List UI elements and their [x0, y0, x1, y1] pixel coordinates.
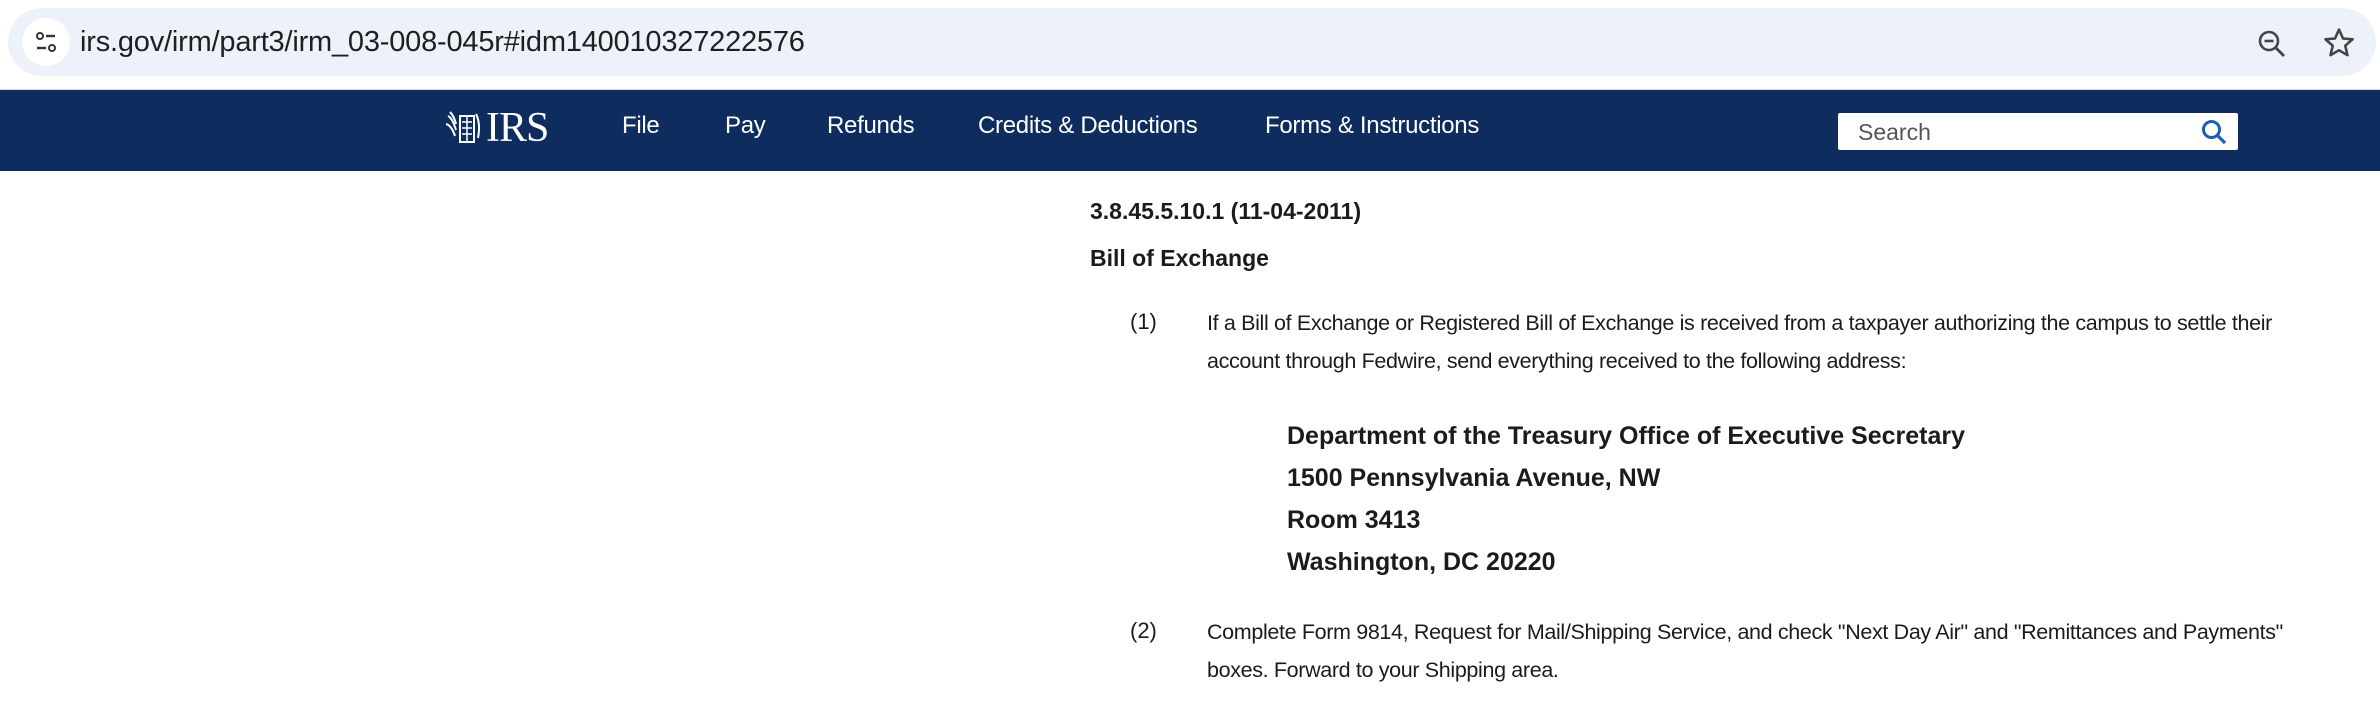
- item-text: Complete Form 9814, Request for Mail/Shi…: [1207, 620, 2283, 682]
- section-title: Bill of Exchange: [1090, 245, 1269, 271]
- address-line: Washington, DC 20220: [1287, 548, 1556, 576]
- site-header: IRS File Pay Refunds Credits & Deduction…: [0, 89, 2380, 171]
- url-text[interactable]: irs.gov/irm/part3/irm_03-008-045r#idm140…: [80, 26, 805, 59]
- site-info-icon: [36, 32, 56, 52]
- item-text: If a Bill of Exchange or Registered Bill…: [1207, 311, 2272, 373]
- nav-credits-deductions[interactable]: Credits & Deductions: [978, 112, 1198, 140]
- eagle-logo-icon: [445, 111, 481, 143]
- zoom-out-icon[interactable]: [2256, 28, 2288, 60]
- item-number: (1): [1130, 309, 1157, 334]
- section-number: 3.8.45.5.10.1 (11-04-2011): [1090, 198, 1362, 224]
- item-number: (2): [1130, 618, 1157, 643]
- nav-pay[interactable]: Pay: [725, 112, 766, 140]
- address-line: Department of the Treasury Office of Exe…: [1287, 422, 1966, 450]
- irs-logo[interactable]: IRS: [444, 104, 549, 152]
- browser-toolbar: irs.gov/irm/part3/irm_03-008-045r#idm140…: [0, 0, 2380, 88]
- nav-forms-instructions[interactable]: Forms & Instructions: [1265, 112, 1479, 140]
- site-info-button[interactable]: [22, 18, 70, 66]
- search-box: [1838, 113, 2238, 150]
- mailing-address: Department of the Treasury Office of Exe…: [1287, 415, 1965, 583]
- search-input[interactable]: [1858, 117, 2188, 147]
- address-line: Room 3413: [1287, 506, 1421, 534]
- nav-refunds[interactable]: Refunds: [827, 112, 915, 140]
- nav-file[interactable]: File: [622, 112, 660, 140]
- search-icon[interactable]: [2200, 118, 2228, 146]
- bookmark-star-icon[interactable]: [2322, 26, 2356, 60]
- address-line: 1500 Pennsylvania Avenue, NW: [1287, 464, 1661, 492]
- address-bar[interactable]: irs.gov/irm/part3/irm_03-008-045r#idm140…: [8, 8, 2376, 76]
- logo-text: IRS: [486, 105, 549, 151]
